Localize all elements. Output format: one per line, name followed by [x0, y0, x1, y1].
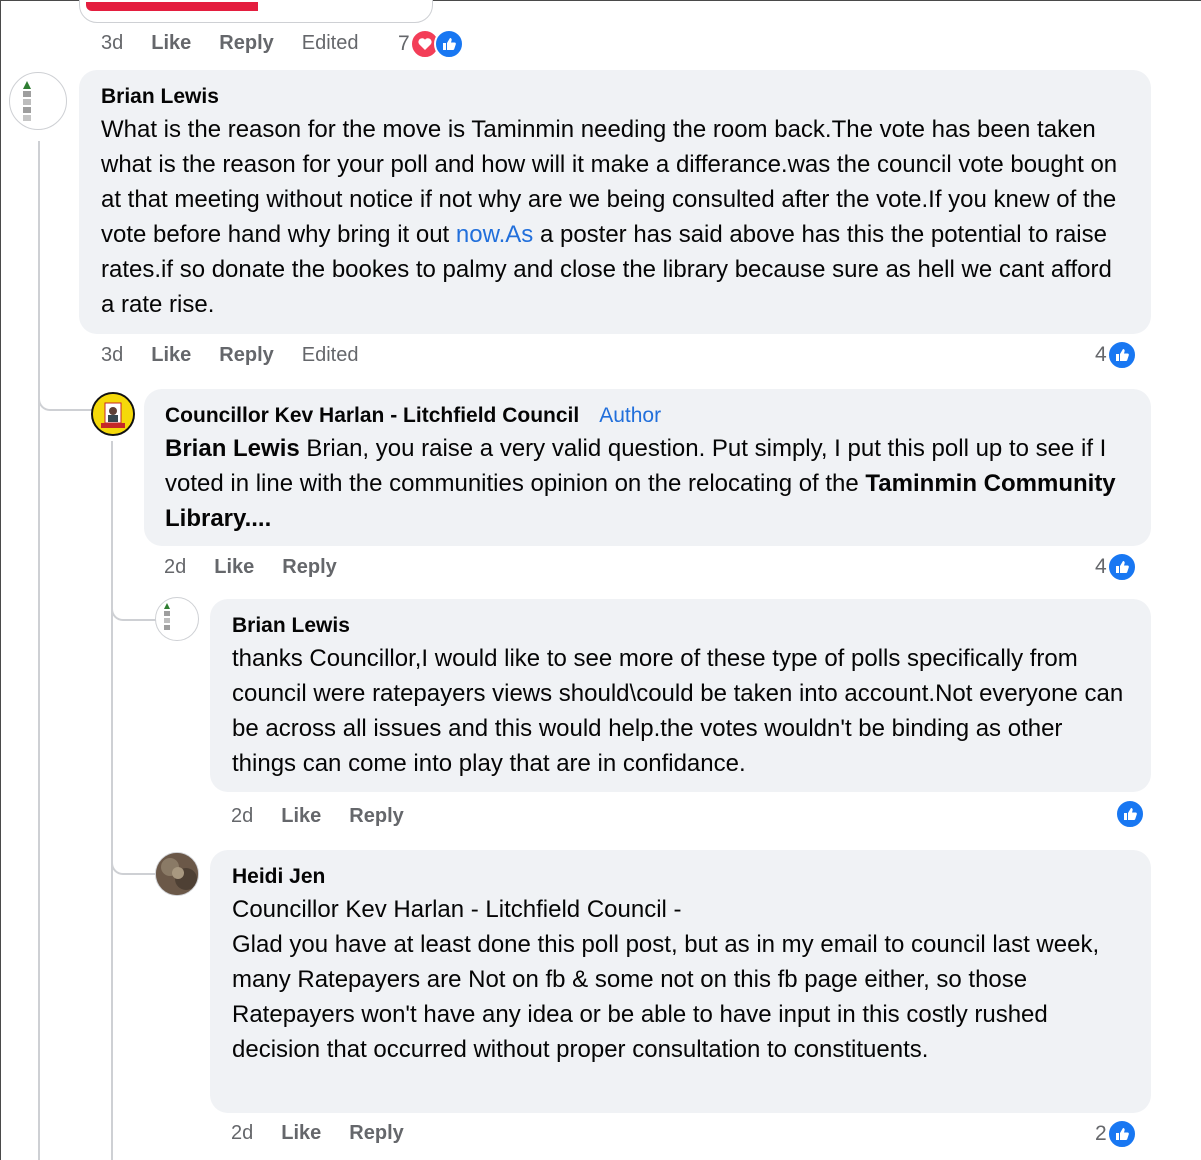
- comment-author[interactable]: Councillor Kev Harlan - Litchfield Counc…: [165, 404, 579, 427]
- comment-text: Brian Lewis Brian, you raise a very vali…: [165, 431, 1131, 536]
- comment-bubble: Brian Lewis What is the reason for the m…: [79, 70, 1151, 334]
- author-badge: Author: [599, 404, 662, 427]
- like-icon: [1106, 1119, 1137, 1149]
- previous-comment-bubble: [79, 0, 433, 23]
- avatar[interactable]: [9, 72, 67, 130]
- comment-author[interactable]: Heidi Jen: [232, 864, 1131, 890]
- reply-button[interactable]: Reply: [349, 805, 403, 828]
- reply-button[interactable]: Reply: [282, 556, 336, 579]
- thread-connector: [111, 841, 157, 875]
- timestamp[interactable]: 3d: [101, 32, 123, 55]
- mention-row: Councillor Kev Harlan - Litchfield Counc…: [232, 892, 1131, 927]
- comment-author-row: Councillor Kev Harlan - Litchfield Counc…: [165, 403, 1131, 429]
- edited-label[interactable]: Edited: [302, 344, 359, 367]
- comment-author[interactable]: Brian Lewis: [101, 84, 1131, 110]
- comment-actions: 2d Like Reply: [231, 805, 404, 828]
- like-button[interactable]: Like: [151, 344, 191, 367]
- comment-paragraph: Glad you have at least done this poll po…: [232, 931, 1100, 958]
- reaction-count: 7: [398, 32, 410, 55]
- mention-link[interactable]: Brian Lewis: [165, 435, 300, 462]
- reaction-summary[interactable]: 4: [1095, 340, 1137, 370]
- like-icon: [1106, 552, 1137, 582]
- reaction-summary[interactable]: 7: [398, 29, 464, 59]
- comment-actions: 2d Like Reply: [231, 1122, 404, 1145]
- comment-bubble: Brian Lewis thanks Councillor,I would li…: [210, 599, 1151, 792]
- comment-actions: 3d Like Reply Edited: [101, 344, 358, 367]
- reaction-summary[interactable]: 2: [1095, 1119, 1137, 1149]
- reply-button[interactable]: Reply: [349, 1122, 403, 1145]
- thread-line: [111, 441, 113, 1160]
- comment-actions: 2d Like Reply: [164, 556, 337, 579]
- reaction-count: 4: [1095, 343, 1107, 366]
- like-icon: [1106, 340, 1137, 370]
- avatar[interactable]: [155, 597, 199, 641]
- timestamp[interactable]: 3d: [101, 344, 123, 367]
- thread-connector: [38, 371, 94, 411]
- avatar[interactable]: [155, 852, 199, 896]
- like-icon: [433, 29, 464, 59]
- comment-text: Councillor Kev Harlan - Litchfield Counc…: [232, 892, 1131, 1067]
- like-icon: [1115, 799, 1145, 829]
- comment-paragraph: many Ratepayers are Not on fb & some not…: [232, 966, 1048, 1063]
- timestamp[interactable]: 2d: [231, 805, 253, 828]
- reply-button[interactable]: Reply: [219, 344, 273, 367]
- comment-link[interactable]: now.As: [456, 221, 533, 248]
- comment-author[interactable]: Brian Lewis: [232, 613, 1131, 639]
- comment-bubble: Heidi Jen Councillor Kev Harlan - Litchf…: [210, 850, 1151, 1113]
- mention-link[interactable]: Councillor Kev Harlan - Litchfield Counc…: [232, 896, 667, 923]
- like-button[interactable]: Like: [281, 1122, 321, 1145]
- like-button[interactable]: Like: [151, 32, 191, 55]
- comment-bubble: Councillor Kev Harlan - Litchfield Counc…: [144, 389, 1151, 546]
- timestamp[interactable]: 2d: [231, 1122, 253, 1145]
- reaction-summary[interactable]: [1115, 799, 1145, 829]
- comment-text: What is the reason for the move is Tamin…: [101, 112, 1131, 322]
- timestamp[interactable]: 2d: [164, 556, 186, 579]
- avatar[interactable]: [91, 392, 135, 436]
- previous-comment-actions: 3d Like Reply Edited: [101, 32, 358, 55]
- like-button[interactable]: Like: [214, 556, 254, 579]
- comment-thread: 3d Like Reply Edited 7 Brian Lewis What …: [0, 0, 1201, 1160]
- reaction-summary[interactable]: 4: [1095, 552, 1137, 582]
- like-button[interactable]: Like: [281, 805, 321, 828]
- reaction-count: 4: [1095, 555, 1107, 578]
- thread-line: [38, 141, 40, 1160]
- reaction-count: 2: [1095, 1122, 1107, 1145]
- comment-text: thanks Councillor,I would like to see mo…: [232, 645, 1124, 777]
- edited-label[interactable]: Edited: [302, 32, 359, 55]
- thread-connector: [111, 591, 157, 621]
- reply-button[interactable]: Reply: [219, 32, 273, 55]
- comment-text-part: -: [666, 896, 682, 923]
